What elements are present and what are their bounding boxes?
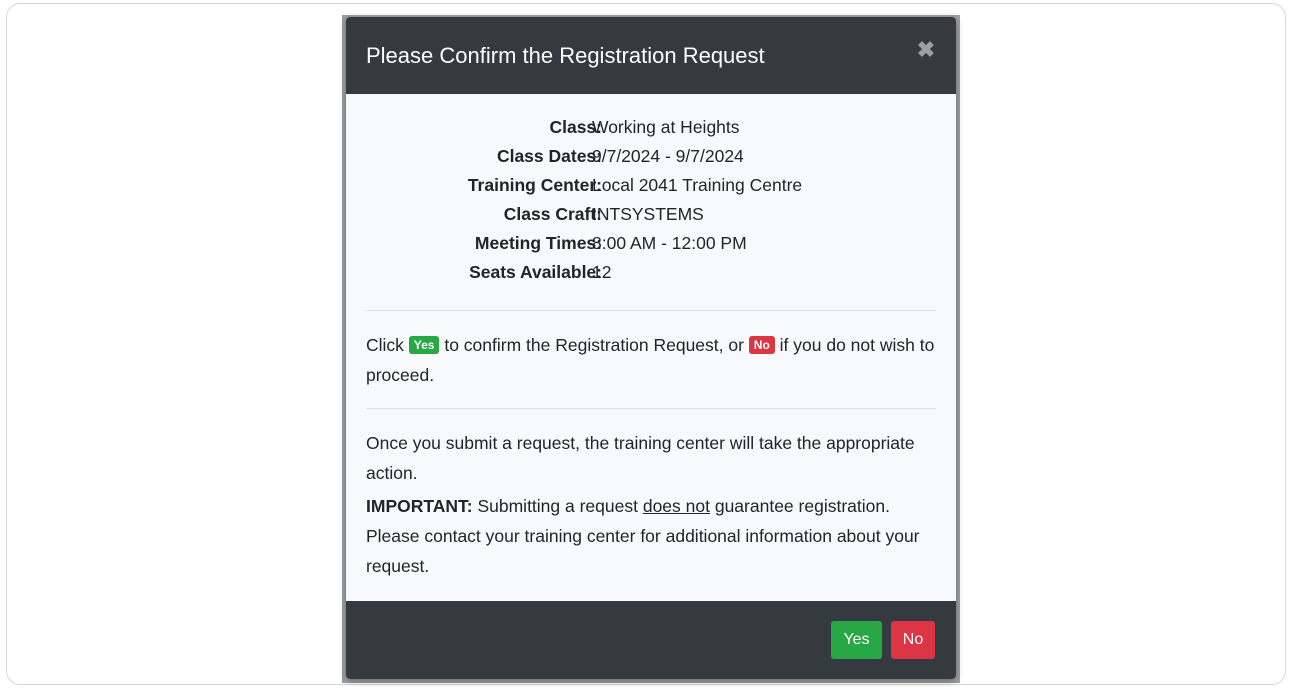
important-underlined: does not [642,496,710,516]
class-details: Class: Working at Heights Class Dates: 9… [366,116,936,290]
info-text: Once you submit a request, the training … [366,433,915,483]
confirm-instructions: Click Yes to confirm the Registration Re… [366,330,936,390]
detail-label: Class Craft: [503,204,602,224]
close-icon[interactable]: ✖ [916,39,936,61]
detail-label: Training Center: [467,175,602,195]
detail-value: 12 [592,262,612,282]
instructions-middle: to confirm the Registration Request, or [439,335,749,355]
detail-row-meeting-times: Meeting Times: 8:00 AM - 12:00 PM [366,232,936,261]
yes-badge: Yes [408,336,440,354]
no-badge: No [748,336,775,354]
detail-value: 9/7/2024 - 9/7/2024 [592,146,744,166]
important-notice: IMPORTANT: Submitting a request does not… [366,491,936,581]
detail-label: Class Dates: [496,146,602,166]
important-label: IMPORTANT: [366,496,473,516]
detail-value: Local 2041 Training Centre [592,175,803,195]
modal-header: Please Confirm the Registration Request … [346,17,956,94]
detail-label: Seats Available: [469,262,602,282]
detail-value: INTSYSTEMS [592,204,704,224]
detail-row-class-dates: Class Dates: 9/7/2024 - 9/7/2024 [366,145,936,174]
detail-value: 8:00 AM - 12:00 PM [592,233,747,253]
modal-title: Please Confirm the Registration Request [366,43,765,68]
yes-button[interactable]: Yes [831,621,882,659]
detail-row-seats-available: Seats Available: 12 [366,261,936,290]
no-button[interactable]: No [891,621,935,659]
detail-row-training-center: Training Center: Local 2041 Training Cen… [366,174,936,203]
detail-row-class: Class: Working at Heights [366,116,936,145]
detail-value: Working at Heights [592,117,740,137]
modal-body: Class: Working at Heights Class Dates: 9… [346,94,956,601]
modal-footer: Yes No [346,601,956,679]
instructions-prefix: Click [366,335,409,355]
divider [366,310,936,311]
divider [366,408,936,409]
detail-label: Meeting Times: [474,233,602,253]
confirm-registration-modal: Please Confirm the Registration Request … [346,17,956,679]
important-text-before: Submitting a request [472,496,643,516]
detail-row-class-craft: Class Craft: INTSYSTEMS [366,203,936,232]
